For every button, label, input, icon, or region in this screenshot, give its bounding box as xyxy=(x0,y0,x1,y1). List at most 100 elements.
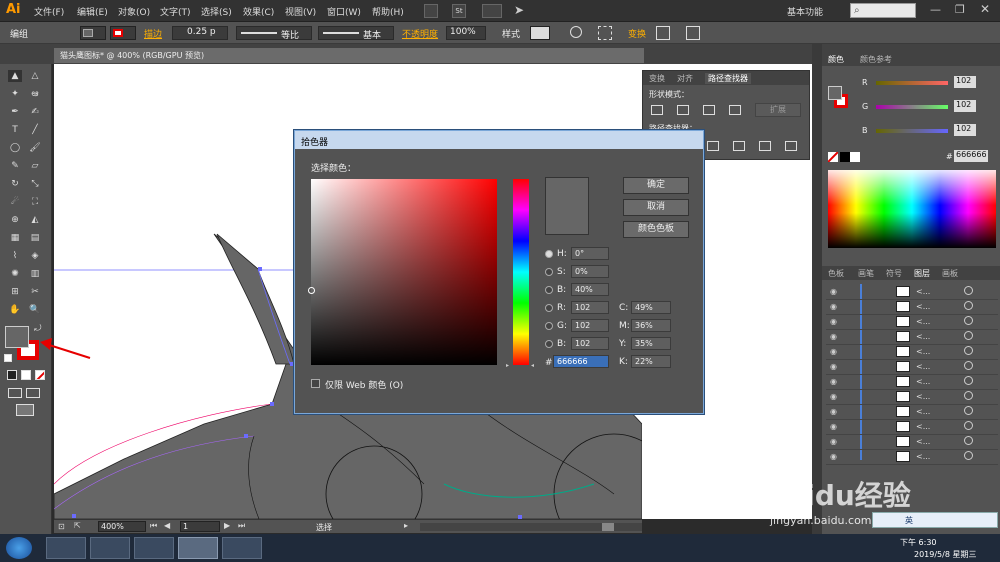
tab-transform[interactable]: 变换 xyxy=(649,73,665,84)
stock-icon[interactable]: St xyxy=(452,4,466,18)
clock-time[interactable]: 下午 6:30 xyxy=(900,537,937,548)
hex-picker-input[interactable]: 666666 xyxy=(553,355,609,368)
layer-row[interactable]: ◉ <... xyxy=(826,315,998,330)
divide-icon[interactable] xyxy=(707,141,719,151)
saturation-radio[interactable] xyxy=(545,268,553,276)
layer-name[interactable]: <... xyxy=(916,377,930,386)
opacity-label[interactable]: 不透明度 xyxy=(402,27,438,40)
green-slider[interactable] xyxy=(876,105,948,109)
word-taskbar-icon[interactable] xyxy=(90,537,130,559)
menu-select[interactable]: 选择(S) xyxy=(201,5,232,18)
target-icon[interactable] xyxy=(964,301,973,310)
firefox-taskbar-icon[interactable] xyxy=(134,537,174,559)
ellipse-tool-icon[interactable]: ◯ xyxy=(8,142,22,154)
magenta-input[interactable]: 36% xyxy=(631,319,671,332)
pen-tool-icon[interactable]: ✒ xyxy=(8,106,22,118)
blue-radio[interactable] xyxy=(545,340,553,348)
next-artboard-icon[interactable]: ▶ xyxy=(224,521,230,530)
document-tab[interactable]: 猫头鹰图标* @ 400% (RGB/GPU 预览) xyxy=(54,48,644,64)
visibility-icon[interactable]: ◉ xyxy=(830,377,837,386)
none-mode-icon[interactable] xyxy=(35,370,45,380)
lasso-tool-icon[interactable]: ఆ xyxy=(28,88,42,100)
layer-row[interactable]: ◉ <... xyxy=(826,450,998,465)
tab-symbols[interactable]: 符号 xyxy=(886,268,902,279)
default-colors-icon[interactable] xyxy=(4,354,12,362)
target-icon[interactable] xyxy=(964,361,973,370)
clock-date[interactable]: 2019/5/8 星期三 xyxy=(914,549,976,560)
exclude-icon[interactable] xyxy=(729,105,741,115)
layer-name[interactable]: <... xyxy=(916,362,930,371)
red-input[interactable]: 102 xyxy=(954,76,976,88)
visibility-icon[interactable]: ◉ xyxy=(830,347,837,356)
hue-slider[interactable] xyxy=(513,179,529,365)
variable-width-profile[interactable]: 等比 xyxy=(236,26,312,41)
blue-input[interactable]: 102 xyxy=(954,124,976,136)
layer-name[interactable]: <... xyxy=(916,407,930,416)
expand-button[interactable]: 扩展 xyxy=(755,103,801,117)
opacity-input[interactable]: 100% xyxy=(446,26,486,40)
status-menu-icon[interactable]: ▸ xyxy=(404,521,408,530)
direct-selection-tool-icon[interactable]: △ xyxy=(28,70,42,82)
layer-name[interactable]: <... xyxy=(916,317,930,326)
arrange-documents-icon[interactable] xyxy=(482,4,502,18)
layer-row[interactable]: ◉ <... xyxy=(826,300,998,315)
brush-definition[interactable]: 基本 xyxy=(318,26,394,41)
layer-row[interactable]: ◉ <... xyxy=(826,330,998,345)
isolate-icon[interactable] xyxy=(656,26,670,40)
draw-mode-icon[interactable] xyxy=(8,388,22,398)
symbol-sprayer-tool-icon[interactable]: ✺ xyxy=(8,268,22,280)
previous-artboard-icon[interactable]: ◀ xyxy=(164,521,170,530)
green-input[interactable]: 102 xyxy=(954,100,976,112)
crop-icon[interactable] xyxy=(785,141,797,151)
menu-file[interactable]: 文件(F) xyxy=(34,5,64,18)
artboard-number-input[interactable]: 1 xyxy=(180,521,220,532)
menu-help[interactable]: 帮助(H) xyxy=(372,5,404,18)
brightness-radio[interactable] xyxy=(545,286,553,294)
visibility-icon[interactable]: ◉ xyxy=(830,437,837,446)
tab-pathfinder[interactable]: 路径查找器 xyxy=(705,73,751,84)
tab-align[interactable]: 对齐 xyxy=(677,73,693,84)
layer-row[interactable]: ◉ <... xyxy=(826,375,998,390)
green-picker-input[interactable]: 102 xyxy=(571,319,609,332)
menu-object[interactable]: 对象(O) xyxy=(118,5,150,18)
yellow-input[interactable]: 35% xyxy=(631,337,671,350)
gradient-tool-icon[interactable]: ▤ xyxy=(28,232,42,244)
maximize-icon[interactable]: ❐ xyxy=(955,3,965,16)
status-arrow-icon[interactable]: ⇱ xyxy=(74,521,81,530)
layer-row[interactable]: ◉ <... xyxy=(826,405,998,420)
tab-brushes[interactable]: 画笔 xyxy=(858,268,874,279)
visibility-icon[interactable]: ◉ xyxy=(830,332,837,341)
menu-window[interactable]: 窗口(W) xyxy=(327,5,361,18)
layer-row[interactable]: ◉ <... xyxy=(826,390,998,405)
color-swatches-button[interactable]: 颜色色板 xyxy=(623,221,689,238)
target-icon[interactable] xyxy=(964,286,973,295)
visibility-icon[interactable]: ◉ xyxy=(830,422,837,431)
target-icon[interactable] xyxy=(964,316,973,325)
unite-icon[interactable] xyxy=(651,105,663,115)
hue-radio[interactable] xyxy=(545,250,553,258)
trim-icon[interactable] xyxy=(733,141,745,151)
minimize-icon[interactable]: — xyxy=(930,3,941,16)
paintbrush-tool-icon[interactable]: 🖌 xyxy=(28,142,42,154)
type-tool-icon[interactable]: T xyxy=(8,124,22,136)
recolor-icon[interactable] xyxy=(570,26,582,38)
color-panel-fill-icon[interactable] xyxy=(828,86,842,100)
minus-front-icon[interactable] xyxy=(677,105,689,115)
target-icon[interactable] xyxy=(964,406,973,415)
color-mode-icon[interactable] xyxy=(7,370,17,380)
target-icon[interactable] xyxy=(964,421,973,430)
saturation-input[interactable]: 0% xyxy=(571,265,609,278)
blend-tool-icon[interactable]: ◈ xyxy=(28,250,42,262)
live-paint-tool-icon[interactable]: ◭ xyxy=(28,214,42,226)
visibility-icon[interactable]: ◉ xyxy=(830,302,837,311)
color-spectrum[interactable] xyxy=(828,170,996,248)
visibility-icon[interactable]: ◉ xyxy=(830,362,837,371)
none-color-icon[interactable] xyxy=(828,152,838,162)
perspective-grid-tool-icon[interactable]: ▦ xyxy=(8,232,22,244)
bridge-icon[interactable] xyxy=(424,4,438,18)
cancel-button[interactable]: 取消 xyxy=(623,199,689,216)
zoom-input[interactable]: 400% xyxy=(98,521,146,532)
workspace-switcher[interactable]: 基本功能 xyxy=(787,5,823,18)
intersect-icon[interactable] xyxy=(703,105,715,115)
hex-input[interactable]: 666666 xyxy=(954,150,988,162)
